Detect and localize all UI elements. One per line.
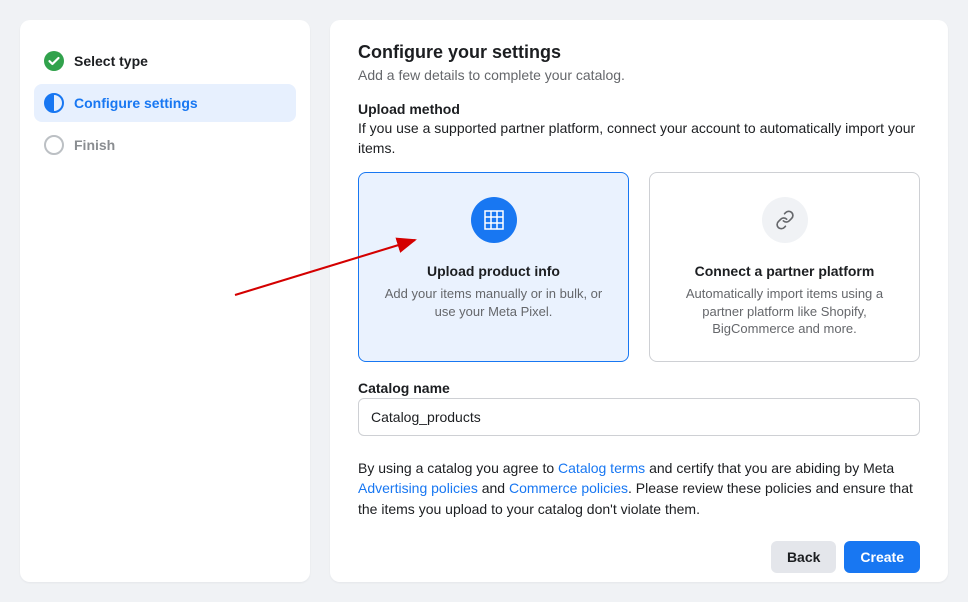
create-button[interactable]: Create [844, 541, 920, 573]
page-subtitle: Add a few details to complete your catal… [358, 67, 920, 83]
page-title: Configure your settings [358, 42, 920, 63]
step-select-type[interactable]: Select type [34, 42, 296, 80]
card-title: Connect a partner platform [695, 263, 875, 279]
step-finish[interactable]: Finish [34, 126, 296, 164]
policy-text: By using a catalog you agree to Catalog … [358, 458, 920, 519]
action-row: Back Create [358, 541, 920, 573]
card-upload-product-info[interactable]: Upload product info Add your items manua… [358, 172, 629, 362]
wizard-sidebar: Select type Configure settings Finish [20, 20, 310, 582]
grid-icon [471, 197, 517, 243]
step-label: Finish [74, 137, 115, 153]
catalog-name-input[interactable] [358, 398, 920, 436]
half-circle-icon [44, 93, 64, 113]
card-connect-partner[interactable]: Connect a partner platform Automatically… [649, 172, 920, 362]
advertising-policies-link[interactable]: Advertising policies [358, 480, 478, 496]
link-icon [762, 197, 808, 243]
main-panel: Configure your settings Add a few detail… [330, 20, 948, 582]
step-label: Select type [74, 53, 148, 69]
card-title: Upload product info [427, 263, 560, 279]
card-desc: Add your items manually or in bulk, or u… [379, 285, 608, 320]
step-label: Configure settings [74, 95, 198, 111]
catalog-name-label: Catalog name [358, 380, 920, 396]
upload-method-label: Upload method [358, 101, 920, 117]
catalog-terms-link[interactable]: Catalog terms [558, 460, 645, 476]
upload-method-cards: Upload product info Add your items manua… [358, 172, 920, 362]
empty-circle-icon [44, 135, 64, 155]
upload-method-desc: If you use a supported partner platform,… [358, 119, 920, 158]
back-button[interactable]: Back [771, 541, 836, 573]
check-circle-icon [44, 51, 64, 71]
card-desc: Automatically import items using a partn… [670, 285, 899, 338]
commerce-policies-link[interactable]: Commerce policies [509, 480, 628, 496]
step-configure-settings[interactable]: Configure settings [34, 84, 296, 122]
